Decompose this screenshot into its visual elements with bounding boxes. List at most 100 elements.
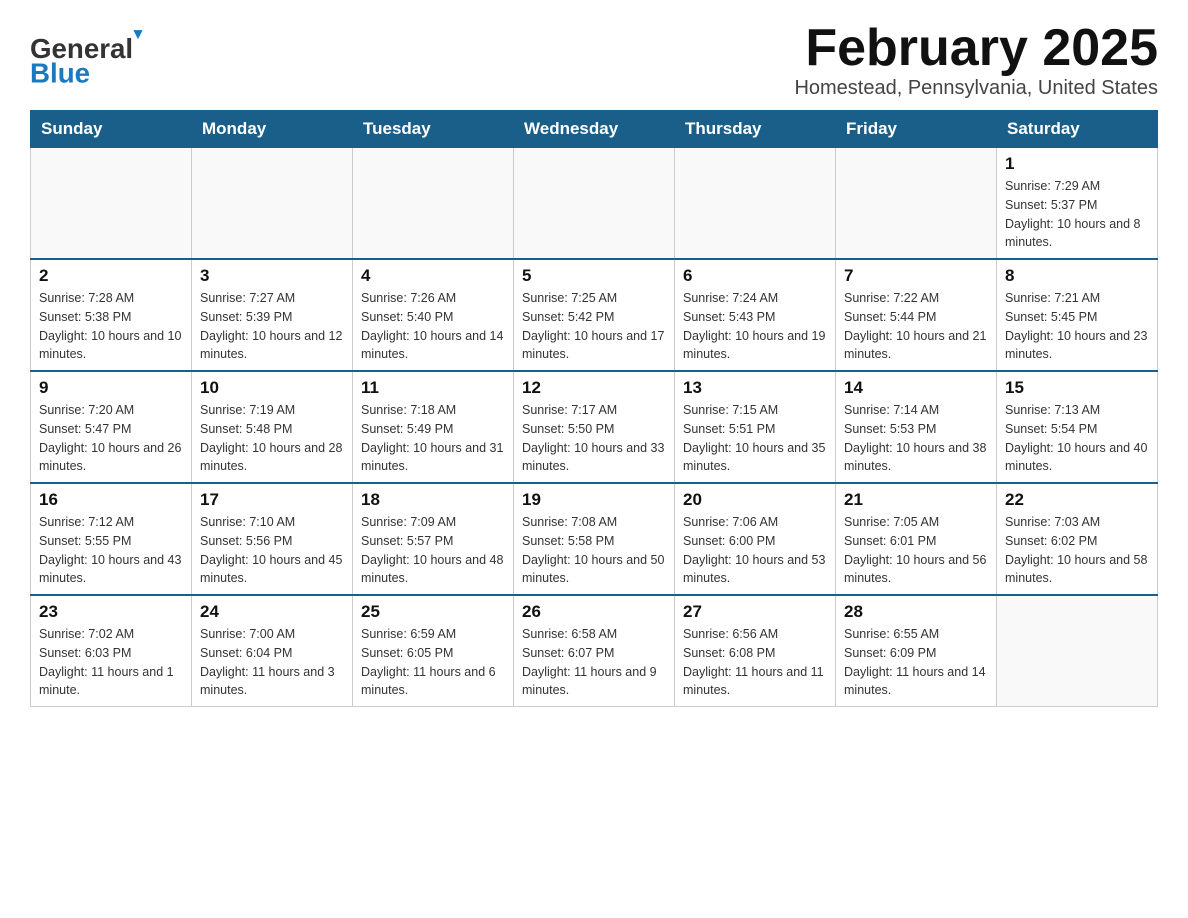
day-number: 23	[39, 602, 183, 622]
day-info: Sunrise: 6:58 AMSunset: 6:07 PMDaylight:…	[522, 625, 666, 700]
calendar-cell: 19 Sunrise: 7:08 AMSunset: 5:58 PMDayligh…	[514, 483, 675, 595]
day-number: 17	[200, 490, 344, 510]
day-number: 10	[200, 378, 344, 398]
day-of-week-monday: Monday	[192, 111, 353, 148]
day-number: 11	[361, 378, 505, 398]
day-number: 14	[844, 378, 988, 398]
day-of-week-thursday: Thursday	[675, 111, 836, 148]
day-info: Sunrise: 6:56 AMSunset: 6:08 PMDaylight:…	[683, 625, 827, 700]
calendar-cell: 11 Sunrise: 7:18 AMSunset: 5:49 PMDayligh…	[353, 371, 514, 483]
calendar-cell: 16 Sunrise: 7:12 AMSunset: 5:55 PMDayligh…	[31, 483, 192, 595]
calendar-cell: 15 Sunrise: 7:13 AMSunset: 5:54 PMDayligh…	[997, 371, 1158, 483]
day-info: Sunrise: 7:25 AMSunset: 5:42 PMDaylight:…	[522, 289, 666, 364]
calendar-cell: 9Sunrise: 7:20 AMSunset: 5:47 PMDaylight…	[31, 371, 192, 483]
day-info: Sunrise: 7:13 AMSunset: 5:54 PMDaylight:…	[1005, 401, 1149, 476]
day-info: Sunrise: 7:06 AMSunset: 6:00 PMDaylight:…	[683, 513, 827, 588]
calendar-cell	[675, 148, 836, 260]
day-info: Sunrise: 7:24 AMSunset: 5:43 PMDaylight:…	[683, 289, 827, 364]
calendar-cell	[997, 595, 1158, 707]
calendar-cell: 27 Sunrise: 6:56 AMSunset: 6:08 PMDayligh…	[675, 595, 836, 707]
logo: General Blue	[30, 20, 150, 90]
day-number: 5	[522, 266, 666, 286]
day-info: Sunrise: 7:10 AMSunset: 5:56 PMDaylight:…	[200, 513, 344, 588]
day-number: 12	[522, 378, 666, 398]
day-info: Sunrise: 7:26 AMSunset: 5:40 PMDaylight:…	[361, 289, 505, 364]
calendar-cell: 25 Sunrise: 6:59 AMSunset: 6:05 PMDayligh…	[353, 595, 514, 707]
day-number: 15	[1005, 378, 1149, 398]
calendar-week-1: 1 Sunrise: 7:29 AMSunset: 5:37 PMDaylight…	[31, 148, 1158, 260]
day-info: Sunrise: 7:08 AMSunset: 5:58 PMDaylight:…	[522, 513, 666, 588]
calendar-cell: 2 Sunrise: 7:28 AMSunset: 5:38 PMDaylight…	[31, 259, 192, 371]
calendar-subtitle: Homestead, Pennsylvania, United States	[794, 77, 1158, 100]
day-of-week-tuesday: Tuesday	[353, 111, 514, 148]
calendar-cell	[514, 148, 675, 260]
calendar-cell: 13 Sunrise: 7:15 AMSunset: 5:51 PMDayligh…	[675, 371, 836, 483]
calendar-week-3: 9Sunrise: 7:20 AMSunset: 5:47 PMDaylight…	[31, 371, 1158, 483]
day-number: 16	[39, 490, 183, 510]
day-number: 27	[683, 602, 827, 622]
day-info: Sunrise: 7:12 AMSunset: 5:55 PMDaylight:…	[39, 513, 183, 588]
svg-text:Blue: Blue	[30, 58, 90, 89]
calendar-cell: 22Sunrise: 7:03 AMSunset: 6:02 PMDayligh…	[997, 483, 1158, 595]
calendar-cell: 28 Sunrise: 6:55 AMSunset: 6:09 PMDayligh…	[836, 595, 997, 707]
calendar-cell: 17 Sunrise: 7:10 AMSunset: 5:56 PMDayligh…	[192, 483, 353, 595]
calendar-cell: 1 Sunrise: 7:29 AMSunset: 5:37 PMDaylight…	[997, 148, 1158, 260]
day-number: 26	[522, 602, 666, 622]
day-number: 22	[1005, 490, 1149, 510]
day-info: Sunrise: 7:21 AMSunset: 5:45 PMDaylight:…	[1005, 289, 1149, 364]
calendar-cell: 5 Sunrise: 7:25 AMSunset: 5:42 PMDaylight…	[514, 259, 675, 371]
calendar-cell: 24 Sunrise: 7:00 AMSunset: 6:04 PMDayligh…	[192, 595, 353, 707]
day-number: 2	[39, 266, 183, 286]
day-number: 9	[39, 378, 183, 398]
calendar-cell: 21 Sunrise: 7:05 AMSunset: 6:01 PMDayligh…	[836, 483, 997, 595]
day-info: Sunrise: 6:59 AMSunset: 6:05 PMDaylight:…	[361, 625, 505, 700]
day-number: 21	[844, 490, 988, 510]
calendar-table: SundayMondayTuesdayWednesdayThursdayFrid…	[30, 110, 1158, 707]
calendar-title: February 2025	[794, 20, 1158, 77]
calendar-cell	[353, 148, 514, 260]
day-info: Sunrise: 7:29 AMSunset: 5:37 PMDaylight:…	[1005, 177, 1149, 252]
calendar-cell: 8 Sunrise: 7:21 AMSunset: 5:45 PMDaylight…	[997, 259, 1158, 371]
calendar-cell: 6 Sunrise: 7:24 AMSunset: 5:43 PMDaylight…	[675, 259, 836, 371]
calendar-cell: 23Sunrise: 7:02 AMSunset: 6:03 PMDayligh…	[31, 595, 192, 707]
day-of-week-sunday: Sunday	[31, 111, 192, 148]
day-info: Sunrise: 7:14 AMSunset: 5:53 PMDaylight:…	[844, 401, 988, 476]
calendar-cell: 7Sunrise: 7:22 AMSunset: 5:44 PMDaylight…	[836, 259, 997, 371]
day-number: 25	[361, 602, 505, 622]
day-number: 24	[200, 602, 344, 622]
day-number: 3	[200, 266, 344, 286]
calendar-cell: 3 Sunrise: 7:27 AMSunset: 5:39 PMDaylight…	[192, 259, 353, 371]
day-of-week-friday: Friday	[836, 111, 997, 148]
day-number: 13	[683, 378, 827, 398]
calendar-cell	[31, 148, 192, 260]
day-of-week-wednesday: Wednesday	[514, 111, 675, 148]
day-number: 18	[361, 490, 505, 510]
day-info: Sunrise: 7:27 AMSunset: 5:39 PMDaylight:…	[200, 289, 344, 364]
day-info: Sunrise: 7:19 AMSunset: 5:48 PMDaylight:…	[200, 401, 344, 476]
day-number: 28	[844, 602, 988, 622]
calendar-cell: 20Sunrise: 7:06 AMSunset: 6:00 PMDayligh…	[675, 483, 836, 595]
day-info: Sunrise: 7:05 AMSunset: 6:01 PMDaylight:…	[844, 513, 988, 588]
day-info: Sunrise: 7:00 AMSunset: 6:04 PMDaylight:…	[200, 625, 344, 700]
day-number: 4	[361, 266, 505, 286]
page-header: General Blue February 2025 Homestead, Pe…	[30, 20, 1158, 100]
day-info: Sunrise: 7:18 AMSunset: 5:49 PMDaylight:…	[361, 401, 505, 476]
calendar-cell: 10 Sunrise: 7:19 AMSunset: 5:48 PMDayligh…	[192, 371, 353, 483]
day-number: 8	[1005, 266, 1149, 286]
calendar-week-2: 2 Sunrise: 7:28 AMSunset: 5:38 PMDaylight…	[31, 259, 1158, 371]
day-info: Sunrise: 6:55 AMSunset: 6:09 PMDaylight:…	[844, 625, 988, 700]
calendar-body: 1 Sunrise: 7:29 AMSunset: 5:37 PMDaylight…	[31, 148, 1158, 707]
calendar-week-5: 23Sunrise: 7:02 AMSunset: 6:03 PMDayligh…	[31, 595, 1158, 707]
title-block: February 2025 Homestead, Pennsylvania, U…	[794, 20, 1158, 100]
day-of-week-saturday: Saturday	[997, 111, 1158, 148]
day-info: Sunrise: 7:22 AMSunset: 5:44 PMDaylight:…	[844, 289, 988, 364]
day-info: Sunrise: 7:28 AMSunset: 5:38 PMDaylight:…	[39, 289, 183, 364]
day-number: 1	[1005, 154, 1149, 174]
day-info: Sunrise: 7:15 AMSunset: 5:51 PMDaylight:…	[683, 401, 827, 476]
day-number: 19	[522, 490, 666, 510]
calendar-cell	[836, 148, 997, 260]
day-number: 6	[683, 266, 827, 286]
day-info: Sunrise: 7:17 AMSunset: 5:50 PMDaylight:…	[522, 401, 666, 476]
logo-svg: General Blue	[30, 20, 150, 90]
calendar-cell: 12 Sunrise: 7:17 AMSunset: 5:50 PMDayligh…	[514, 371, 675, 483]
